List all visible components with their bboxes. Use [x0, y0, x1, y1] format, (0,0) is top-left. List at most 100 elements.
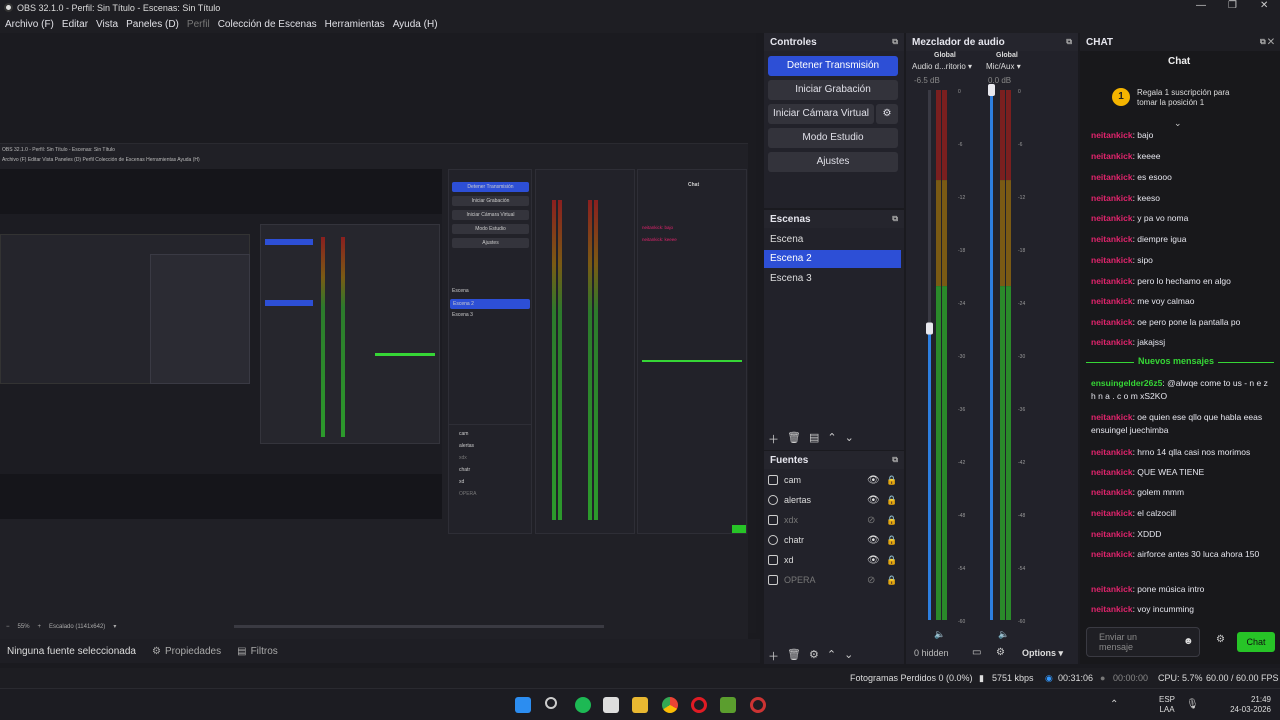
chevron-down-icon[interactable]: ⌄	[1174, 118, 1182, 129]
lock-icon[interactable]: 🔒	[886, 555, 897, 566]
menu-editar[interactable]: Editar	[62, 19, 88, 30]
language-indicator[interactable]: ESP LAA	[1159, 695, 1175, 715]
remove-source-icon[interactable]: 🗑	[787, 648, 801, 664]
windows-start-icon[interactable]	[515, 697, 531, 713]
lock-icon[interactable]: 🔒	[886, 475, 897, 486]
chat-username[interactable]: neitankick	[1091, 584, 1133, 594]
folder-icon[interactable]	[632, 697, 648, 713]
chat-username[interactable]: neitankick	[1091, 508, 1133, 518]
stop-stream-button[interactable]: Detener Transmisión	[768, 56, 898, 76]
popout-icon[interactable]: ⧉	[892, 214, 898, 224]
preview-canvas[interactable]: OBS 32.1.0 - Perfil: Sin Título - Escena…	[0, 33, 756, 678]
store-icon[interactable]	[603, 697, 619, 713]
menu-herramientas[interactable]: Herramientas	[325, 19, 385, 30]
mixer-options-button[interactable]: Options ▾	[1022, 648, 1063, 659]
virtual-camera-button[interactable]: Iniciar Cámara Virtual	[768, 104, 874, 124]
menu-coleccion[interactable]: Colección de Escenas	[218, 19, 317, 30]
menu-vista[interactable]: Vista	[96, 19, 118, 30]
source-item-alertas[interactable]: alertas 👁 🔒	[768, 491, 898, 509]
popout-icon[interactable]: ⧉	[1066, 37, 1072, 47]
chat-input[interactable]: Enviar un mensaje ☻	[1086, 627, 1200, 657]
menu-archivo[interactable]: Archivo (F)	[5, 19, 54, 30]
source-item-chatr[interactable]: chatr 👁 🔒	[768, 531, 898, 549]
chat-username[interactable]: neitankick	[1091, 276, 1133, 286]
remove-scene-icon[interactable]: 🗑	[787, 431, 801, 447]
obs-taskbar-icon[interactable]	[750, 697, 766, 713]
visibility-icon[interactable]: 👁	[867, 535, 880, 546]
popout-icon[interactable]: ⧉	[892, 455, 898, 465]
menu-perfil[interactable]: Perfil	[187, 19, 210, 30]
search-icon[interactable]	[545, 697, 557, 709]
chat-username[interactable]: neitankick	[1091, 604, 1133, 614]
scene-filters-icon[interactable]: ▤	[809, 431, 819, 447]
chrome-icon[interactable]	[662, 697, 678, 713]
chat-username[interactable]: neitankick	[1091, 172, 1133, 182]
desktop-volume-slider-handle[interactable]	[926, 322, 933, 335]
mixer-settings-icon[interactable]: ⚙	[996, 647, 1005, 658]
filters-button[interactable]: ▤ Filtros	[237, 646, 278, 657]
chat-username[interactable]: neitankick	[1091, 255, 1133, 265]
mic-volume-slider-handle[interactable]	[988, 84, 995, 96]
lock-icon[interactable]: 🔒	[886, 495, 897, 506]
popout-icon[interactable]: ⧉ ✕	[1260, 37, 1274, 47]
move-down-icon[interactable]: ⌄	[845, 431, 854, 447]
move-up-icon[interactable]: ⌃	[827, 431, 836, 447]
visibility-icon[interactable]: 👁	[867, 555, 880, 566]
channel-desktop-name[interactable]: Audio d...ritorio ▾	[912, 62, 972, 71]
menu-paneles[interactable]: Paneles (D)	[126, 19, 179, 30]
add-scene-icon[interactable]: ＋	[768, 431, 779, 447]
source-item-xdx[interactable]: xdx ⊘ 🔒	[768, 511, 898, 529]
close-icon[interactable]: ✕	[1260, 0, 1268, 11]
scene-item-selected[interactable]: Escena 2	[764, 250, 901, 268]
source-settings-icon[interactable]: ⚙	[809, 648, 819, 664]
menu-ayuda[interactable]: Ayuda (H)	[393, 19, 438, 30]
move-up-icon[interactable]: ⌃	[827, 648, 836, 664]
chat-settings-icon[interactable]: ⚙	[1216, 634, 1225, 645]
chat-username[interactable]: neitankick	[1091, 130, 1133, 140]
move-down-icon[interactable]: ⌄	[844, 648, 853, 664]
properties-button[interactable]: ⚙ Propiedades	[152, 646, 221, 657]
spotify-icon[interactable]	[575, 697, 591, 713]
mic-mute-icon[interactable]: 🔈	[998, 630, 1009, 640]
source-item-cam[interactable]: cam 👁 🔒	[768, 471, 898, 489]
clock[interactable]: 21:49 24-03-2026	[1227, 695, 1271, 715]
zoom-plus[interactable]: +	[38, 624, 42, 630]
hidden-icon[interactable]: ⊘	[867, 515, 875, 526]
scene-item[interactable]: Escena	[764, 231, 901, 249]
popout-icon[interactable]: ⧉	[892, 37, 898, 47]
add-source-icon[interactable]: ＋	[768, 648, 779, 664]
chat-username[interactable]: neitankick	[1091, 447, 1133, 457]
chat-username[interactable]: neitankick	[1091, 213, 1133, 223]
chat-username[interactable]: neitankick	[1091, 487, 1133, 497]
emoji-icon[interactable]: ☻	[1183, 636, 1194, 647]
virtual-camera-settings-button[interactable]: ⚙	[876, 104, 898, 124]
zoom-minus[interactable]: −	[6, 624, 10, 630]
minecraft-icon[interactable]	[720, 697, 736, 713]
chat-send-button[interactable]: Chat	[1237, 632, 1275, 652]
chat-username[interactable]: neitankick	[1091, 529, 1133, 539]
scale-dropdown-icon[interactable]: ▾	[113, 623, 116, 630]
chat-username[interactable]: ensuingelder26z5	[1091, 378, 1162, 388]
source-item-xd[interactable]: xd 👁 🔒	[768, 551, 898, 569]
start-recording-button[interactable]: Iniciar Grabación	[768, 80, 898, 100]
source-item-opera[interactable]: OPERA ⊘ 🔒	[768, 571, 898, 589]
chat-username[interactable]: neitankick	[1091, 412, 1133, 422]
preview-hscroll[interactable]	[234, 625, 605, 628]
chat-username[interactable]: neitankick	[1091, 549, 1133, 559]
mixer-layout-icon[interactable]: ▭	[972, 647, 981, 658]
visibility-icon[interactable]: 👁	[867, 495, 880, 506]
chat-username[interactable]: neitankick	[1091, 193, 1133, 203]
gift-promo-text[interactable]: Regala 1 suscripción para tomar la posic…	[1137, 88, 1247, 108]
studio-mode-button[interactable]: Modo Estudio	[768, 128, 898, 148]
scene-item[interactable]: Escena 3	[764, 270, 901, 288]
opera-icon[interactable]	[691, 697, 707, 713]
mic-icon[interactable]: 🎙	[1186, 699, 1199, 710]
lock-icon[interactable]: 🔒	[886, 575, 897, 586]
lock-icon[interactable]: 🔒	[886, 515, 897, 526]
visibility-icon[interactable]: 👁	[867, 475, 880, 486]
desktop-mute-icon[interactable]: 🔈	[934, 630, 945, 640]
chat-username[interactable]: neitankick	[1091, 317, 1133, 327]
lock-icon[interactable]: 🔒	[886, 535, 897, 546]
chat-username[interactable]: neitankick	[1091, 234, 1133, 244]
chat-username[interactable]: neitankick	[1091, 296, 1133, 306]
